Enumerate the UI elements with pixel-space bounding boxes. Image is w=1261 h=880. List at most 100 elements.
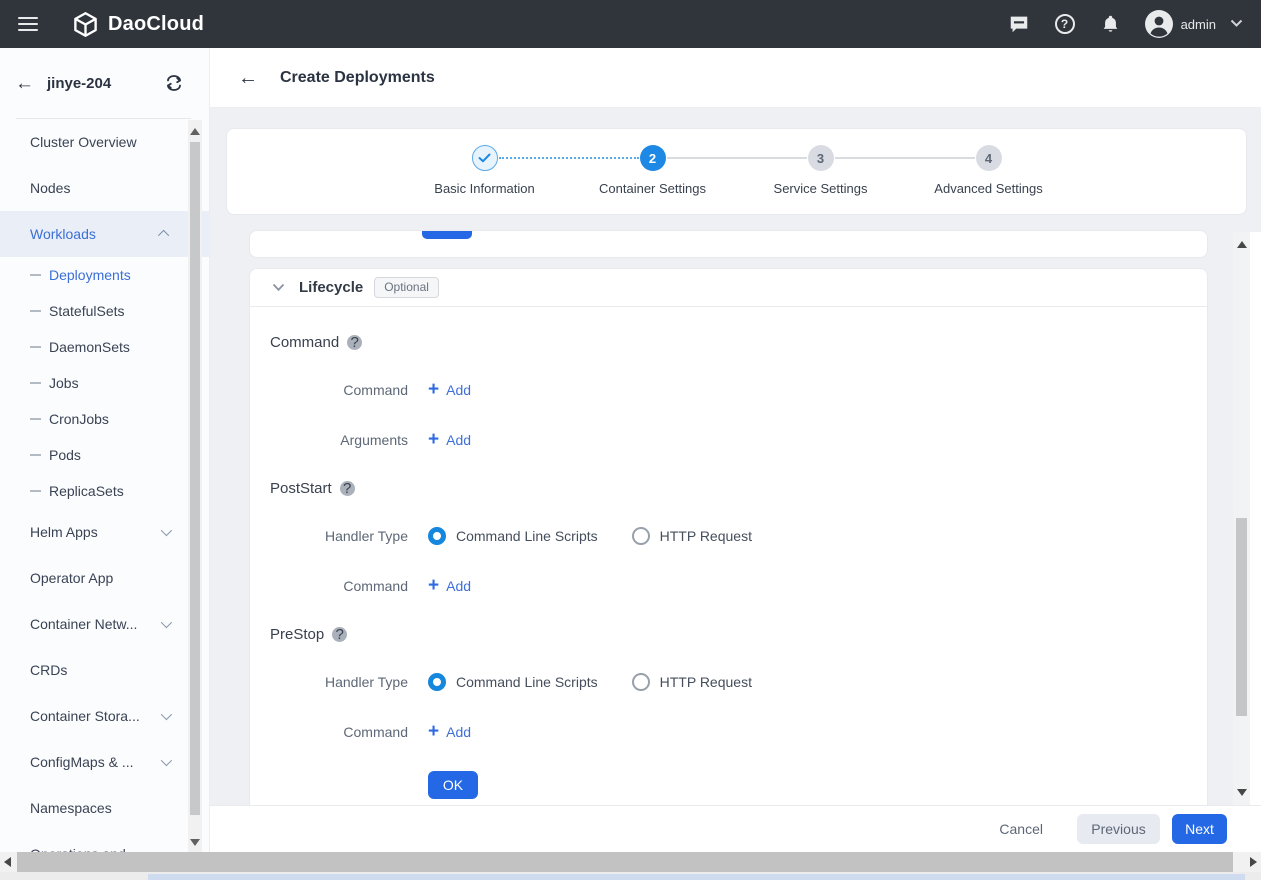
scroll-up-arrow-icon[interactable] <box>1237 241 1247 248</box>
form-row-arguments: Arguments+Add <box>270 415 1187 465</box>
step-2[interactable]: 2Container Settings <box>569 145 737 196</box>
sidebar-item-crds[interactable]: CRDs <box>0 647 209 693</box>
add-button[interactable]: +Add <box>428 432 471 449</box>
scroll-left-arrow-icon[interactable] <box>4 857 11 867</box>
notifications-bell-icon[interactable] <box>1099 12 1123 36</box>
content-scrollbar[interactable] <box>1233 232 1250 805</box>
sidebar-item-label: StatefulSets <box>49 303 125 319</box>
window-horizontal-scrollbar[interactable] <box>0 852 1261 872</box>
next-button[interactable]: Next <box>1172 814 1227 844</box>
sidebar-item-container-network[interactable]: Container Netw... <box>0 601 209 647</box>
dash-icon <box>30 310 41 312</box>
sidebar-scrollbar-thumb[interactable] <box>190 142 200 815</box>
help-icon[interactable]: ? <box>1053 12 1077 36</box>
question-mark: ? <box>1055 14 1075 34</box>
switch-cluster-icon[interactable] <box>165 75 183 91</box>
scroll-up-arrow-icon[interactable] <box>190 128 200 135</box>
optional-badge: Optional <box>374 277 439 298</box>
user-menu-chevron-down-icon[interactable] <box>1230 15 1243 33</box>
add-button[interactable]: + Add <box>428 578 471 595</box>
radio-unselected[interactable] <box>632 673 650 691</box>
radio-label[interactable]: HTTP Request <box>660 528 752 544</box>
horizontal-scrollbar-thumb[interactable] <box>17 852 1233 872</box>
scroll-down-arrow-icon[interactable] <box>190 839 200 846</box>
dash-icon <box>30 346 41 348</box>
step-connector <box>499 157 639 159</box>
form-row-command: Command+Add <box>270 365 1187 415</box>
sidebar-item-operator-app[interactable]: Operator App <box>0 555 209 601</box>
form-row-handler-type: Handler TypeCommand Line ScriptsHTTP Req… <box>270 657 1187 707</box>
stepper: Basic Information 2Container Settings3Ser… <box>401 129 1073 196</box>
sidebar-item-label: CRDs <box>30 662 67 678</box>
sidebar-scrollbar[interactable] <box>188 120 202 852</box>
add-button[interactable]: +Add <box>428 382 471 399</box>
chevron-down-icon <box>161 525 172 536</box>
sidebar-item-workloads[interactable]: Workloads <box>0 211 209 257</box>
radio-label[interactable]: HTTP Request <box>660 674 752 690</box>
scroll-down-arrow-icon[interactable] <box>1237 789 1247 796</box>
add-label: Add <box>446 578 471 594</box>
sidebar-item-namespaces[interactable]: Namespaces <box>0 785 209 831</box>
sidebar-item-replicasets[interactable]: ReplicaSets <box>0 473 209 509</box>
clipped-ok-button[interactable] <box>422 230 472 239</box>
sidebar-item-jobs[interactable]: Jobs <box>0 365 209 401</box>
sidebar-item-label: Helm Apps <box>30 524 98 540</box>
sidebar-item-deployments[interactable]: Deployments <box>0 257 209 293</box>
sidebar-item-label: CronJobs <box>49 411 109 427</box>
username-label: admin <box>1181 17 1216 32</box>
sidebar-item-daemonsets[interactable]: DaemonSets <box>0 329 209 365</box>
help-icon[interactable]: ? <box>347 335 362 350</box>
sidebar-header: ← jinye-204 <box>0 48 209 118</box>
sidebar-item-cluster-overview[interactable]: Cluster Overview <box>0 119 209 165</box>
step-1[interactable]: Basic Information <box>401 145 569 196</box>
step-4[interactable]: 4Advanced Settings <box>905 145 1073 196</box>
step-label: Basic Information <box>434 181 534 196</box>
step-number: 2 <box>640 145 666 171</box>
sidebar-item-nodes[interactable]: Nodes <box>0 165 209 211</box>
radio-selected[interactable] <box>428 527 446 545</box>
scroll-right-arrow-icon[interactable] <box>1250 857 1257 867</box>
sidebar-item-configmaps-secrets[interactable]: ConfigMaps & ... <box>0 739 209 785</box>
sidebar-item-operations[interactable]: Operations and... <box>0 831 209 852</box>
user-avatar-icon[interactable] <box>1145 10 1173 38</box>
form-row-handler-type: Handler TypeCommand Line ScriptsHTTP Req… <box>270 511 1187 561</box>
radio-selected[interactable] <box>428 673 446 691</box>
sidebar-item-cronjobs[interactable]: CronJobs <box>0 401 209 437</box>
radio-unselected[interactable] <box>632 527 650 545</box>
dash-icon <box>30 490 41 492</box>
help-icon[interactable]: ? <box>340 481 355 496</box>
sidebar-item-label: Nodes <box>30 180 70 196</box>
content-scrollbar-thumb[interactable] <box>1236 518 1247 716</box>
dash-icon <box>30 274 41 276</box>
ok-button[interactable]: OK <box>428 771 478 799</box>
collapse-chevron-down-icon[interactable] <box>272 283 285 292</box>
sidebar-item-label: Workloads <box>30 226 96 242</box>
sidebar-item-helm-apps[interactable]: Helm Apps <box>0 509 209 555</box>
cancel-button[interactable]: Cancel <box>999 821 1043 837</box>
plus-icon: + <box>428 430 439 449</box>
previous-section-card-clipped <box>249 230 1208 258</box>
section-title-text: PostStart <box>270 480 332 497</box>
field-control: Command Line Scripts HTTP Request <box>428 673 786 691</box>
help-icon[interactable]: ? <box>332 627 347 642</box>
chevron-up-icon <box>158 230 169 241</box>
step-connector <box>835 157 975 159</box>
hamburger-menu-icon[interactable] <box>18 17 38 31</box>
radio-label[interactable]: Command Line Scripts <box>456 674 598 690</box>
plus-icon: + <box>428 576 439 595</box>
step-3[interactable]: 3Service Settings <box>737 145 905 196</box>
sidebar-item-pods[interactable]: Pods <box>0 437 209 473</box>
dash-icon <box>30 418 41 420</box>
form-row-command: Command+Add <box>270 707 1187 757</box>
sidebar-item-statefulsets[interactable]: StatefulSets <box>0 293 209 329</box>
step-label: Service Settings <box>774 181 868 196</box>
previous-button[interactable]: Previous <box>1077 814 1160 844</box>
message-icon[interactable] <box>1007 12 1031 36</box>
lifecycle-header[interactable]: Lifecycle Optional <box>250 269 1207 307</box>
brand-logo[interactable]: DaoCloud <box>72 11 204 38</box>
sidebar-item-container-storage[interactable]: Container Stora... <box>0 693 209 739</box>
sidebar-back-arrow-icon[interactable]: ← <box>15 74 34 93</box>
add-button[interactable]: +Add <box>428 724 471 741</box>
page-back-arrow-icon[interactable]: ← <box>238 68 258 88</box>
radio-label[interactable]: Command Line Scripts <box>456 528 598 544</box>
